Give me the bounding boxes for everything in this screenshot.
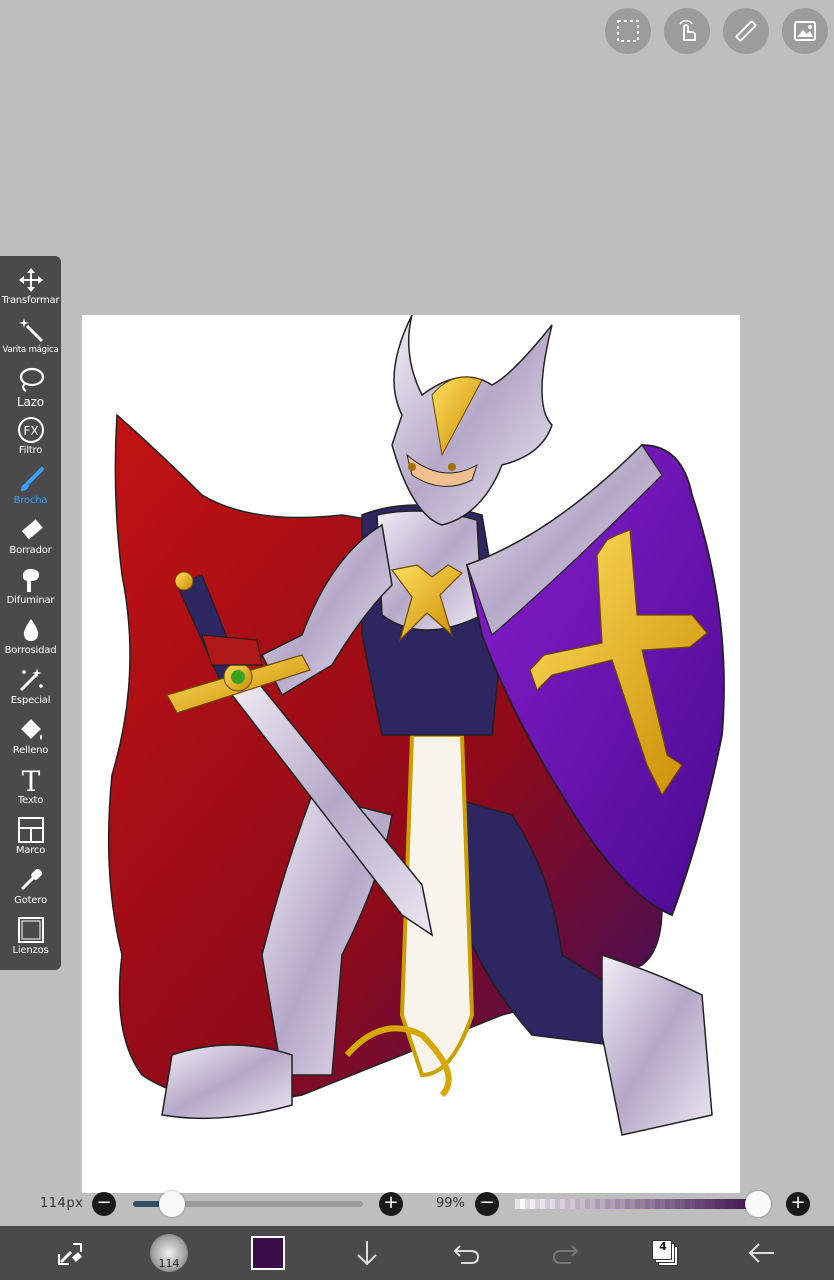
brush-size-knob[interactable] bbox=[159, 1191, 186, 1217]
tool-label: Brocha bbox=[13, 495, 48, 506]
knight-illustration bbox=[107, 315, 725, 1136]
selection-button[interactable] bbox=[605, 8, 651, 54]
drawing-canvas[interactable] bbox=[82, 315, 740, 1193]
tool-label: Varita mágica bbox=[2, 345, 59, 355]
tool-difuminar[interactable]: Difuminar bbox=[0, 564, 61, 614]
bottom-toolbar: 114 4 bbox=[0, 1226, 834, 1280]
back-button[interactable] bbox=[746, 1226, 778, 1280]
touch-gesture-icon bbox=[679, 19, 696, 41]
brush-size-thumb-button[interactable]: 114 bbox=[148, 1226, 190, 1280]
save-layer-button[interactable] bbox=[352, 1226, 382, 1280]
magic-wand-icon bbox=[18, 318, 43, 343]
text-icon: T bbox=[21, 766, 40, 794]
tool-label: Transformar bbox=[1, 295, 60, 306]
eraser-icon bbox=[21, 519, 43, 540]
tool-label: Gotero bbox=[14, 895, 47, 906]
swap-tools-icon bbox=[58, 1243, 82, 1265]
size-decrease-button[interactable]: − bbox=[92, 1192, 116, 1216]
top-action-buttons bbox=[605, 8, 828, 54]
smudge-icon bbox=[22, 568, 39, 592]
brush-preview: 114 bbox=[150, 1234, 188, 1272]
eyedropper-icon bbox=[20, 868, 42, 891]
tool-label: Borrador bbox=[9, 545, 52, 556]
tool-filtro[interactable]: FX Filtro bbox=[0, 414, 61, 464]
brush-icon bbox=[20, 467, 44, 491]
quick-menu-button[interactable] bbox=[50, 1226, 90, 1280]
opacity-knob[interactable] bbox=[744, 1191, 771, 1217]
arrow-left-icon bbox=[748, 1243, 774, 1263]
ruler-icon bbox=[735, 20, 757, 42]
tool-label: Especial bbox=[10, 695, 51, 706]
tool-label: Difuminar bbox=[6, 595, 55, 606]
fx-icon: FX bbox=[17, 417, 44, 443]
tool-palette: Transformar Varita mágica Lazo FX Filtro… bbox=[0, 256, 61, 970]
opacity-label: 99% bbox=[436, 1196, 465, 1211]
tool-label: Texto bbox=[17, 795, 44, 806]
tool-label: Lienzos bbox=[12, 945, 49, 956]
tool-borrador[interactable]: Borrador bbox=[0, 514, 61, 564]
blur-drop-icon bbox=[23, 619, 38, 641]
redo-button[interactable] bbox=[550, 1226, 582, 1280]
tool-transformar[interactable]: Transformar bbox=[0, 264, 61, 314]
layers-count: 4 bbox=[659, 1240, 667, 1253]
arrow-down-icon bbox=[357, 1241, 377, 1266]
fill-bucket-icon bbox=[20, 719, 42, 740]
tool-label: Filtro bbox=[18, 445, 43, 456]
tool-lienzos[interactable]: Lienzos bbox=[0, 914, 61, 964]
tool-varita-magica[interactable]: Varita mágica bbox=[0, 314, 61, 364]
selection-icon bbox=[617, 20, 639, 42]
svg-text:T: T bbox=[21, 766, 40, 794]
tool-gotero[interactable]: Gotero bbox=[0, 864, 61, 914]
tool-texto[interactable]: T Texto bbox=[0, 764, 61, 814]
svg-text:FX: FX bbox=[23, 424, 38, 438]
layers-icon: 4 bbox=[651, 1239, 679, 1267]
tool-relleno[interactable]: Relleno bbox=[0, 714, 61, 764]
tool-brocha[interactable]: Brocha bbox=[0, 464, 61, 514]
tool-lazo[interactable]: Lazo bbox=[0, 364, 61, 414]
move-arrows-icon bbox=[18, 268, 43, 292]
brush-settings-bar: 114px − + 99% − + bbox=[0, 1191, 834, 1217]
undo-icon bbox=[453, 1245, 480, 1264]
layers-button[interactable]: 4 bbox=[648, 1226, 682, 1280]
brush-size-label: 114px bbox=[40, 1196, 84, 1211]
canvas-icon bbox=[17, 917, 44, 943]
size-increase-button[interactable]: + bbox=[379, 1192, 403, 1216]
current-color-swatch bbox=[251, 1236, 285, 1270]
opacity-slider[interactable] bbox=[515, 1199, 760, 1209]
tool-label: Borrosidad bbox=[4, 645, 57, 656]
brush-size-badge: 114 bbox=[158, 1257, 180, 1270]
opacity-increase-button[interactable]: + bbox=[786, 1192, 810, 1216]
redo-icon bbox=[552, 1245, 579, 1264]
tool-borrosidad[interactable]: Borrosidad bbox=[0, 614, 61, 664]
image-icon bbox=[794, 21, 816, 41]
tool-label: Lazo bbox=[17, 395, 44, 409]
sparkle-icon bbox=[19, 668, 43, 692]
lasso-icon bbox=[19, 367, 44, 392]
tool-label: Marco bbox=[15, 845, 46, 856]
ruler-button[interactable] bbox=[723, 8, 769, 54]
tool-especial[interactable]: Especial bbox=[0, 664, 61, 714]
opacity-decrease-button[interactable]: − bbox=[475, 1192, 499, 1216]
frame-icon bbox=[17, 817, 44, 843]
touch-gesture-button[interactable] bbox=[664, 8, 710, 54]
undo-button[interactable] bbox=[450, 1226, 482, 1280]
reference-image-button[interactable] bbox=[782, 8, 828, 54]
tool-marco[interactable]: Marco bbox=[0, 814, 61, 864]
tool-label: Relleno bbox=[12, 745, 49, 756]
color-button[interactable] bbox=[248, 1226, 288, 1280]
